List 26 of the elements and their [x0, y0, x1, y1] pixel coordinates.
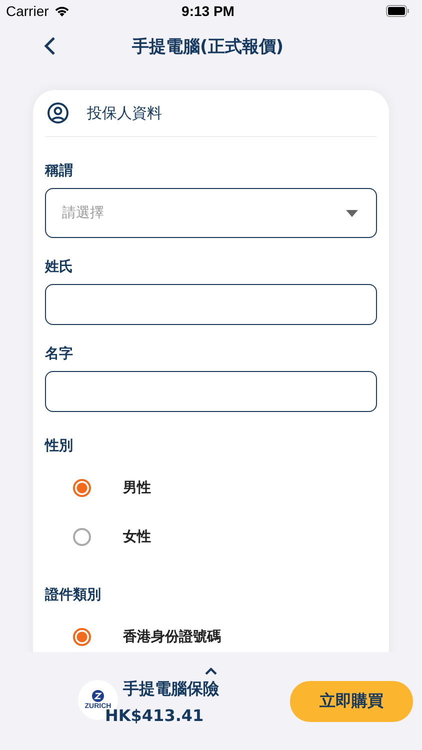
dropdown-icon [346, 210, 358, 216]
field-label: 名字 [45, 345, 74, 363]
field-label: 證件類別 [45, 586, 102, 604]
radio-button[interactable] [73, 478, 91, 496]
page-title: 手提電腦(正式報價) [132, 36, 284, 58]
field-label: 性別 [45, 437, 74, 455]
radio-label: 女性 [123, 528, 151, 546]
radio-button[interactable] [73, 528, 91, 546]
field-label: 姓氏 [45, 258, 74, 276]
input-field[interactable] [45, 284, 377, 325]
field-label: 稱謂 [45, 162, 74, 180]
user-icon [47, 102, 69, 124]
product-name: 手提電腦保險 [123, 679, 219, 700]
wifi-icon [54, 5, 70, 17]
z-mark-icon [92, 690, 104, 702]
status-time: 9:13 PM [182, 3, 234, 19]
buy-button[interactable]: 立即購買 [290, 680, 413, 722]
radio-label: 男性 [123, 478, 151, 496]
radio-label: 香港身份證號碼 [123, 628, 221, 646]
radio-button[interactable] [73, 628, 91, 646]
battery-icon [386, 5, 410, 17]
carrier-name: Carrier [6, 3, 49, 19]
section-title: 投保人資料 [87, 104, 162, 122]
input-field[interactable] [45, 371, 377, 412]
caret-icon[interactable] [205, 667, 217, 675]
back-icon[interactable] [44, 36, 56, 56]
